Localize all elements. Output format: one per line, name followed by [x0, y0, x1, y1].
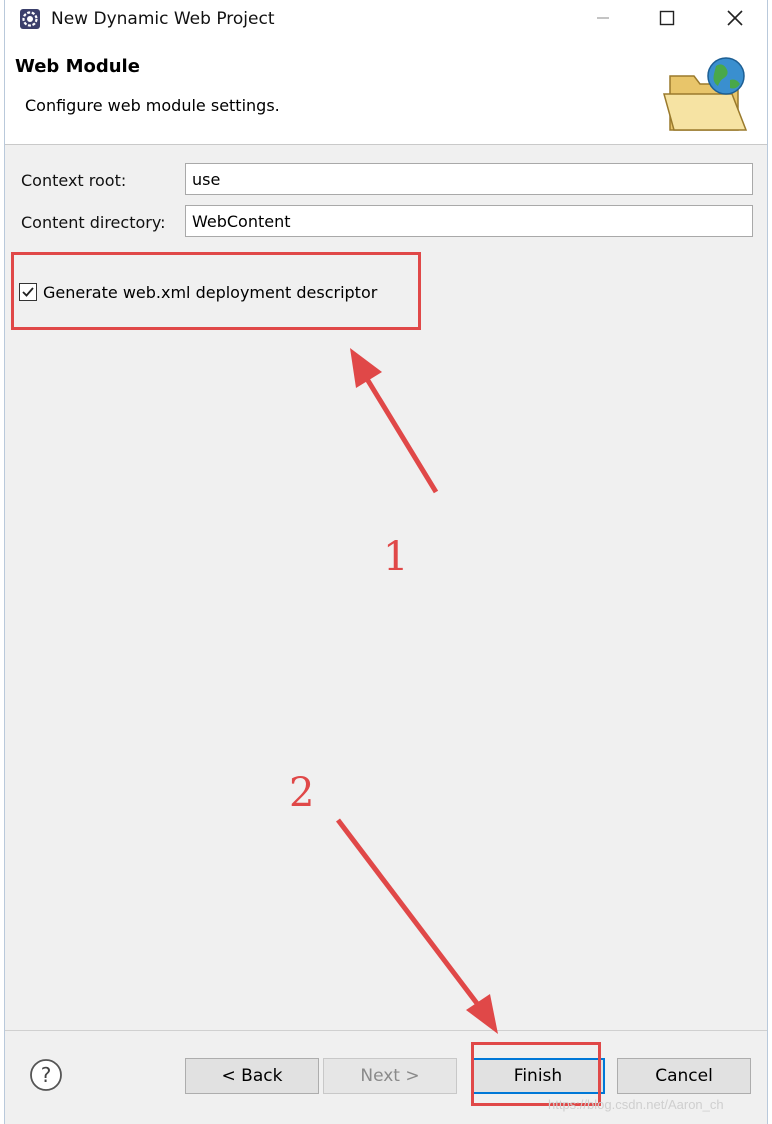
- context-root-label: Context root:: [21, 171, 127, 190]
- page-description: Configure web module settings.: [25, 96, 280, 115]
- footer-divider: [5, 1030, 767, 1031]
- generate-descriptor-row[interactable]: Generate web.xml deployment descriptor: [19, 278, 377, 306]
- back-button[interactable]: < Back: [185, 1058, 319, 1094]
- maximize-icon: [659, 10, 675, 26]
- eclipse-gear-icon: [20, 9, 40, 29]
- dialog-window: New Dynamic Web Project Web Module Confi…: [4, 0, 768, 1124]
- content-directory-input[interactable]: [185, 205, 753, 237]
- folder-globe-icon: [663, 57, 748, 131]
- svg-text:?: ?: [41, 1063, 52, 1087]
- watermark: https://blog.csdn.net/Aaron_ch: [548, 1097, 724, 1112]
- close-button[interactable]: [713, 0, 757, 36]
- maximize-button[interactable]: [645, 0, 689, 36]
- title-bar: New Dynamic Web Project: [5, 0, 767, 38]
- generate-descriptor-label: Generate web.xml deployment descriptor: [43, 282, 378, 302]
- content-directory-label: Content directory:: [21, 213, 166, 232]
- wizard-header: Web Module Configure web module settings…: [5, 38, 767, 145]
- annotation-number-2: 2: [289, 770, 315, 816]
- help-icon[interactable]: ?: [29, 1058, 63, 1092]
- checkmark-icon: [22, 287, 34, 297]
- annotation-number-1: 1: [383, 534, 409, 580]
- window-title: New Dynamic Web Project: [51, 9, 275, 29]
- finish-button[interactable]: Finish: [471, 1058, 605, 1094]
- page-title: Web Module: [15, 56, 140, 77]
- cancel-button[interactable]: Cancel: [617, 1058, 751, 1094]
- next-button[interactable]: Next >: [323, 1058, 457, 1094]
- close-icon: [727, 10, 743, 26]
- generate-descriptor-checkbox[interactable]: [19, 283, 37, 301]
- minimize-icon: [597, 17, 609, 19]
- minimize-button[interactable]: [581, 0, 625, 36]
- context-root-input[interactable]: [185, 163, 753, 195]
